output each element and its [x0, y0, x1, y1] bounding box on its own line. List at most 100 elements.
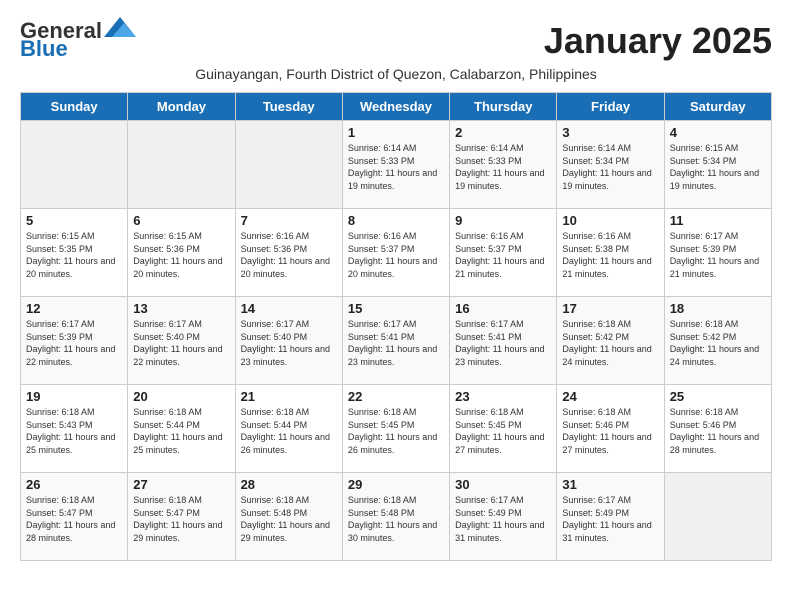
day-number: 13 [133, 301, 229, 316]
week-row-2: 5 Sunrise: 6:15 AM Sunset: 5:35 PM Daylig… [21, 209, 772, 297]
day-info: Sunrise: 6:18 AM Sunset: 5:47 PM Dayligh… [26, 494, 122, 544]
calendar-cell: 5 Sunrise: 6:15 AM Sunset: 5:35 PM Daylig… [21, 209, 128, 297]
calendar-cell: 25 Sunrise: 6:18 AM Sunset: 5:46 PM Dayli… [664, 385, 771, 473]
calendar-cell: 13 Sunrise: 6:17 AM Sunset: 5:40 PM Dayli… [128, 297, 235, 385]
day-number: 18 [670, 301, 766, 316]
calendar-cell: 6 Sunrise: 6:15 AM Sunset: 5:36 PM Daylig… [128, 209, 235, 297]
weekday-sunday: Sunday [21, 93, 128, 121]
day-number: 21 [241, 389, 337, 404]
day-number: 1 [348, 125, 444, 140]
day-info: Sunrise: 6:17 AM Sunset: 5:41 PM Dayligh… [455, 318, 551, 368]
calendar-cell: 31 Sunrise: 6:17 AM Sunset: 5:49 PM Dayli… [557, 473, 664, 561]
week-row-3: 12 Sunrise: 6:17 AM Sunset: 5:39 PM Dayli… [21, 297, 772, 385]
calendar-header: SundayMondayTuesdayWednesdayThursdayFrid… [21, 93, 772, 121]
calendar-cell: 7 Sunrise: 6:16 AM Sunset: 5:36 PM Daylig… [235, 209, 342, 297]
week-row-1: 1 Sunrise: 6:14 AM Sunset: 5:33 PM Daylig… [21, 121, 772, 209]
day-info: Sunrise: 6:17 AM Sunset: 5:49 PM Dayligh… [562, 494, 658, 544]
month-title: January 2025 [544, 20, 772, 62]
day-info: Sunrise: 6:17 AM Sunset: 5:40 PM Dayligh… [133, 318, 229, 368]
day-info: Sunrise: 6:14 AM Sunset: 5:33 PM Dayligh… [455, 142, 551, 192]
day-info: Sunrise: 6:18 AM Sunset: 5:46 PM Dayligh… [562, 406, 658, 456]
calendar-cell: 27 Sunrise: 6:18 AM Sunset: 5:47 PM Dayli… [128, 473, 235, 561]
day-number: 23 [455, 389, 551, 404]
day-number: 27 [133, 477, 229, 492]
calendar-cell: 23 Sunrise: 6:18 AM Sunset: 5:45 PM Dayli… [450, 385, 557, 473]
calendar-cell: 14 Sunrise: 6:17 AM Sunset: 5:40 PM Dayli… [235, 297, 342, 385]
day-info: Sunrise: 6:15 AM Sunset: 5:36 PM Dayligh… [133, 230, 229, 280]
day-number: 19 [26, 389, 122, 404]
day-number: 15 [348, 301, 444, 316]
day-info: Sunrise: 6:14 AM Sunset: 5:34 PM Dayligh… [562, 142, 658, 192]
day-number: 11 [670, 213, 766, 228]
page-header: General Blue January 2025 [20, 20, 772, 62]
day-number: 14 [241, 301, 337, 316]
calendar-cell: 16 Sunrise: 6:17 AM Sunset: 5:41 PM Dayli… [450, 297, 557, 385]
day-info: Sunrise: 6:14 AM Sunset: 5:33 PM Dayligh… [348, 142, 444, 192]
day-info: Sunrise: 6:18 AM Sunset: 5:45 PM Dayligh… [348, 406, 444, 456]
day-number: 9 [455, 213, 551, 228]
logo: General Blue [20, 20, 136, 60]
day-number: 8 [348, 213, 444, 228]
calendar-cell: 18 Sunrise: 6:18 AM Sunset: 5:42 PM Dayli… [664, 297, 771, 385]
day-info: Sunrise: 6:17 AM Sunset: 5:39 PM Dayligh… [670, 230, 766, 280]
day-number: 24 [562, 389, 658, 404]
day-info: Sunrise: 6:16 AM Sunset: 5:36 PM Dayligh… [241, 230, 337, 280]
calendar-cell: 15Sunrise: 6:17 AM Sunset: 5:41 PM Dayli… [342, 297, 449, 385]
day-number: 3 [562, 125, 658, 140]
day-info: Sunrise: 6:17 AM Sunset: 5:40 PM Dayligh… [241, 318, 337, 368]
calendar-cell: 1 Sunrise: 6:14 AM Sunset: 5:33 PM Daylig… [342, 121, 449, 209]
week-row-4: 19 Sunrise: 6:18 AM Sunset: 5:43 PM Dayli… [21, 385, 772, 473]
day-number: 29 [348, 477, 444, 492]
day-info: Sunrise: 6:15 AM Sunset: 5:34 PM Dayligh… [670, 142, 766, 192]
calendar-cell: 3 Sunrise: 6:14 AM Sunset: 5:34 PM Daylig… [557, 121, 664, 209]
weekday-saturday: Saturday [664, 93, 771, 121]
day-number: 16 [455, 301, 551, 316]
logo-blue: Blue [20, 38, 68, 60]
day-info: Sunrise: 6:18 AM Sunset: 5:45 PM Dayligh… [455, 406, 551, 456]
day-number: 17 [562, 301, 658, 316]
calendar-table: SundayMondayTuesdayWednesdayThursdayFrid… [20, 92, 772, 561]
calendar-cell: 2 Sunrise: 6:14 AM Sunset: 5:33 PM Daylig… [450, 121, 557, 209]
day-info: Sunrise: 6:18 AM Sunset: 5:44 PM Dayligh… [241, 406, 337, 456]
day-number: 7 [241, 213, 337, 228]
day-info: Sunrise: 6:16 AM Sunset: 5:37 PM Dayligh… [348, 230, 444, 280]
day-info: Sunrise: 6:15 AM Sunset: 5:35 PM Dayligh… [26, 230, 122, 280]
day-number: 2 [455, 125, 551, 140]
weekday-thursday: Thursday [450, 93, 557, 121]
day-info: Sunrise: 6:18 AM Sunset: 5:48 PM Dayligh… [348, 494, 444, 544]
weekday-friday: Friday [557, 93, 664, 121]
day-number: 31 [562, 477, 658, 492]
day-number: 20 [133, 389, 229, 404]
weekday-monday: Monday [128, 93, 235, 121]
weekday-wednesday: Wednesday [342, 93, 449, 121]
day-number: 26 [26, 477, 122, 492]
day-info: Sunrise: 6:18 AM Sunset: 5:42 PM Dayligh… [562, 318, 658, 368]
calendar-cell: 8 Sunrise: 6:16 AM Sunset: 5:37 PM Daylig… [342, 209, 449, 297]
day-info: Sunrise: 6:18 AM Sunset: 5:46 PM Dayligh… [670, 406, 766, 456]
calendar-cell [664, 473, 771, 561]
day-info: Sunrise: 6:18 AM Sunset: 5:42 PM Dayligh… [670, 318, 766, 368]
day-number: 30 [455, 477, 551, 492]
logo-icon [104, 17, 136, 37]
calendar-cell: 9 Sunrise: 6:16 AM Sunset: 5:37 PM Daylig… [450, 209, 557, 297]
day-info: Sunrise: 6:17 AM Sunset: 5:49 PM Dayligh… [455, 494, 551, 544]
day-info: Sunrise: 6:18 AM Sunset: 5:43 PM Dayligh… [26, 406, 122, 456]
day-info: Sunrise: 6:16 AM Sunset: 5:37 PM Dayligh… [455, 230, 551, 280]
day-number: 12 [26, 301, 122, 316]
calendar-cell: 21 Sunrise: 6:18 AM Sunset: 5:44 PM Dayli… [235, 385, 342, 473]
day-info: Sunrise: 6:17 AM Sunset: 5:39 PM Dayligh… [26, 318, 122, 368]
day-info: Sunrise: 6:18 AM Sunset: 5:47 PM Dayligh… [133, 494, 229, 544]
day-number: 4 [670, 125, 766, 140]
weekday-row: SundayMondayTuesdayWednesdayThursdayFrid… [21, 93, 772, 121]
calendar-cell: 30 Sunrise: 6:17 AM Sunset: 5:49 PM Dayli… [450, 473, 557, 561]
day-number: 25 [670, 389, 766, 404]
calendar-body: 1 Sunrise: 6:14 AM Sunset: 5:33 PM Daylig… [21, 121, 772, 561]
day-number: 6 [133, 213, 229, 228]
day-number: 5 [26, 213, 122, 228]
calendar-cell: 28Sunrise: 6:18 AM Sunset: 5:48 PM Dayli… [235, 473, 342, 561]
calendar-cell: 12 Sunrise: 6:17 AM Sunset: 5:39 PM Dayli… [21, 297, 128, 385]
day-number: 10 [562, 213, 658, 228]
calendar-cell: 17 Sunrise: 6:18 AM Sunset: 5:42 PM Dayli… [557, 297, 664, 385]
weekday-tuesday: Tuesday [235, 93, 342, 121]
calendar-cell: 11 Sunrise: 6:17 AM Sunset: 5:39 PM Dayli… [664, 209, 771, 297]
